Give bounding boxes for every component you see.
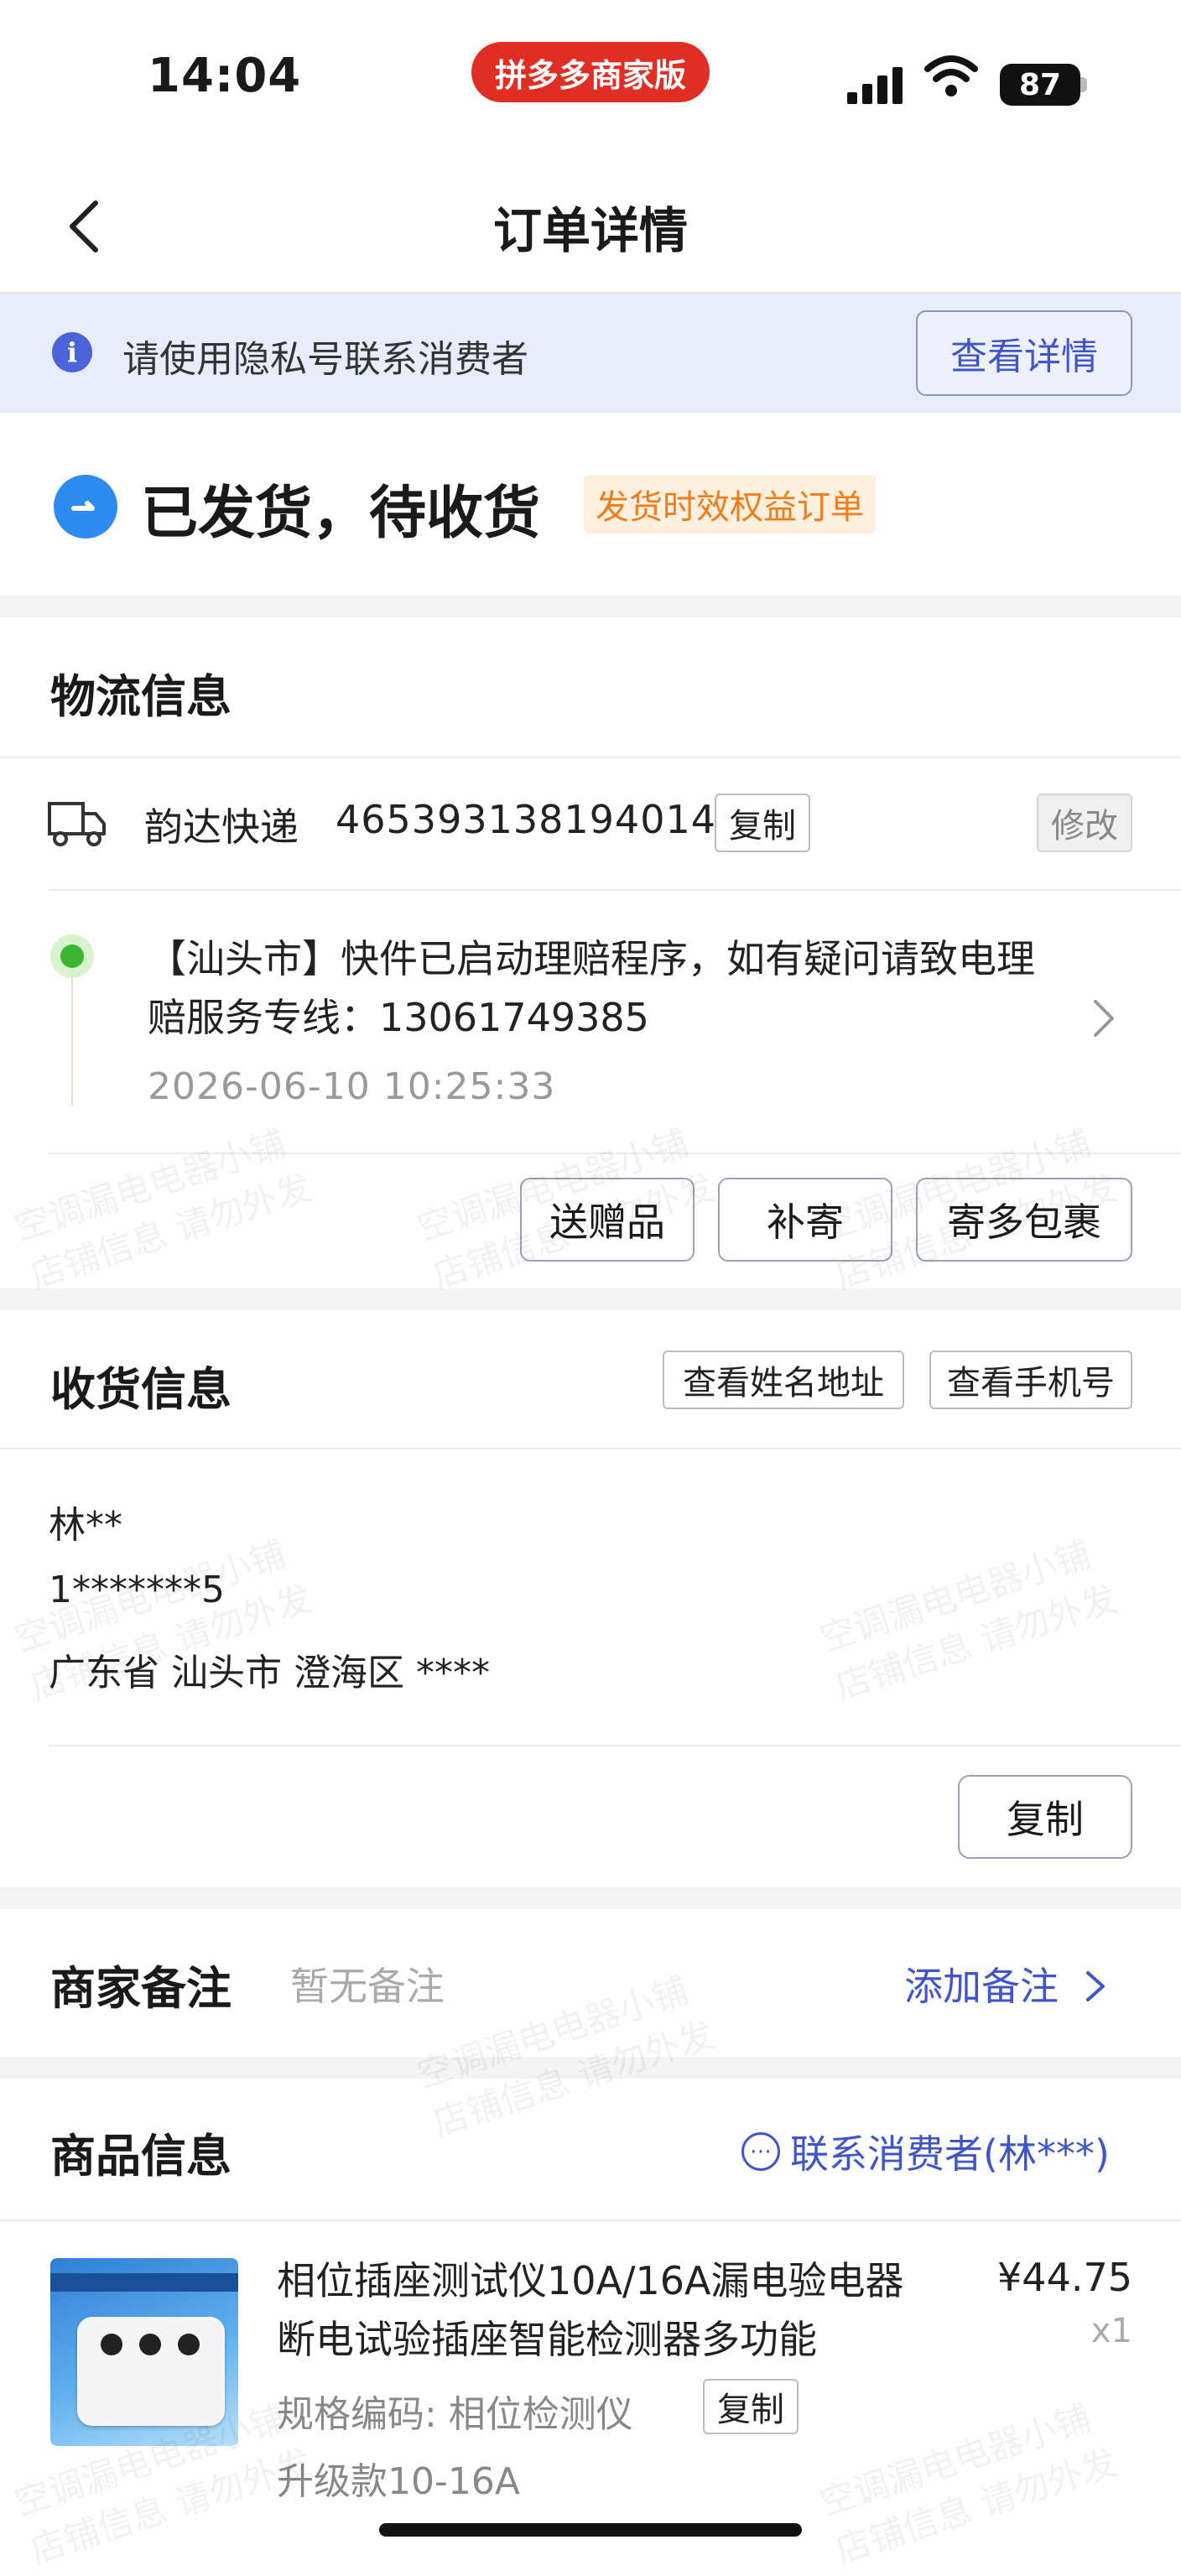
watermark: 空调漏电电器小铺店铺信息 请勿外发	[9, 1121, 317, 1297]
resend-button[interactable]: 补寄	[718, 1178, 892, 1262]
product-name[interactable]: 相位插座测试仪10A/16A漏电验电器断电试验插座智能检测器多功能	[277, 2251, 914, 2369]
order-status-text: 已发货，待收货	[141, 481, 541, 547]
watermark: 空调漏电电器小铺店铺信息 请勿外发	[814, 1533, 1122, 1708]
modify-logistics-button[interactable]: 修改	[1037, 794, 1132, 852]
view-phone-button[interactable]: 查看手机号	[929, 1350, 1132, 1409]
divider	[49, 1153, 1181, 1154]
tracking-latest-time: 2026-06-10 10:25:33	[148, 1065, 556, 1108]
signal-icon	[847, 59, 908, 104]
merchant-note-title: 商家备注	[50, 1962, 232, 2015]
carrier-name: 韵达快递	[144, 804, 299, 850]
order-status-tag: 发货时效权益订单	[584, 475, 876, 533]
copy-tracking-button[interactable]: 复制	[715, 794, 810, 852]
battery-cap	[1080, 77, 1087, 92]
add-note-link[interactable]: 添加备注	[904, 1956, 1106, 2011]
chat-icon: ⋯	[741, 2132, 780, 2171]
receiver-title: 收货信息	[50, 1363, 232, 1416]
view-name-address-button[interactable]: 查看姓名地址	[663, 1350, 904, 1409]
status-time: 14:04	[148, 49, 302, 103]
product-variant: 升级款10-16A	[277, 2460, 520, 2503]
shipped-status-icon	[54, 475, 117, 539]
chevron-right-icon	[1085, 1971, 1105, 2001]
copy-address-button[interactable]: 复制	[958, 1775, 1132, 1859]
receiver-address: 广东省 汕头市 澄海区 ****	[49, 1652, 490, 1694]
spec-code: 规格编码: 相位检测仪	[277, 2393, 633, 2436]
multi-package-button[interactable]: 寄多包裹	[916, 1178, 1132, 1262]
divider	[0, 1448, 1181, 1449]
product-title: 商品信息	[50, 2130, 232, 2183]
divider	[49, 889, 1181, 891]
timeline-line	[71, 978, 73, 1106]
product-quantity: x1	[1090, 2312, 1132, 2350]
divider	[49, 1745, 1181, 1746]
section-gap	[0, 1288, 1181, 1310]
divider	[0, 2220, 1181, 2221]
product-thumbnail[interactable]	[50, 2258, 238, 2446]
copy-spec-button[interactable]: 复制	[703, 2379, 799, 2434]
section-gap	[0, 2057, 1181, 2079]
logistics-title: 物流信息	[50, 670, 232, 723]
section-gap	[0, 1887, 1181, 1909]
product-price: ¥44.75	[997, 2255, 1132, 2300]
tracking-latest-message[interactable]: 【汕头市】快件已启动理赔程序，如有疑问请致电理赔服务专线：13061749385	[148, 929, 1054, 1047]
send-gift-button[interactable]: 送赠品	[520, 1178, 695, 1262]
receiver-name: 林**	[49, 1504, 122, 1547]
view-details-button[interactable]: 查看详情	[916, 310, 1132, 396]
wifi-icon	[924, 55, 978, 96]
section-gap	[0, 596, 1181, 617]
divider	[0, 757, 1181, 758]
info-icon: i	[52, 332, 92, 372]
chevron-right-icon[interactable]	[1092, 998, 1116, 1038]
receiver-phone: 1*******5	[49, 1569, 225, 1611]
watermark: 空调漏电电器小铺店铺信息 请勿外发	[412, 1969, 720, 2144]
battery-icon: 87	[1000, 64, 1080, 106]
watermark: 空调漏电电器小铺店铺信息 请勿外发	[814, 2396, 1122, 2572]
merchant-note-empty: 暂无备注	[290, 1964, 445, 2009]
timeline-dot-inner	[60, 945, 84, 968]
page-title: 订单详情	[492, 202, 688, 259]
privacy-banner-text: 请使用隐私号联系消费者	[122, 338, 528, 381]
contact-consumer-link[interactable]: ⋯ 联系消费者(林***)	[741, 2124, 1110, 2179]
tracking-number: 465393138194014	[336, 797, 716, 842]
add-note-label: 添加备注	[904, 1964, 1059, 2009]
truck-icon	[48, 802, 106, 846]
app-badge: 拼多多商家版	[471, 42, 710, 102]
contact-consumer-label: 联系消费者(林***)	[790, 2131, 1110, 2177]
home-indicator[interactable]	[379, 2523, 802, 2537]
